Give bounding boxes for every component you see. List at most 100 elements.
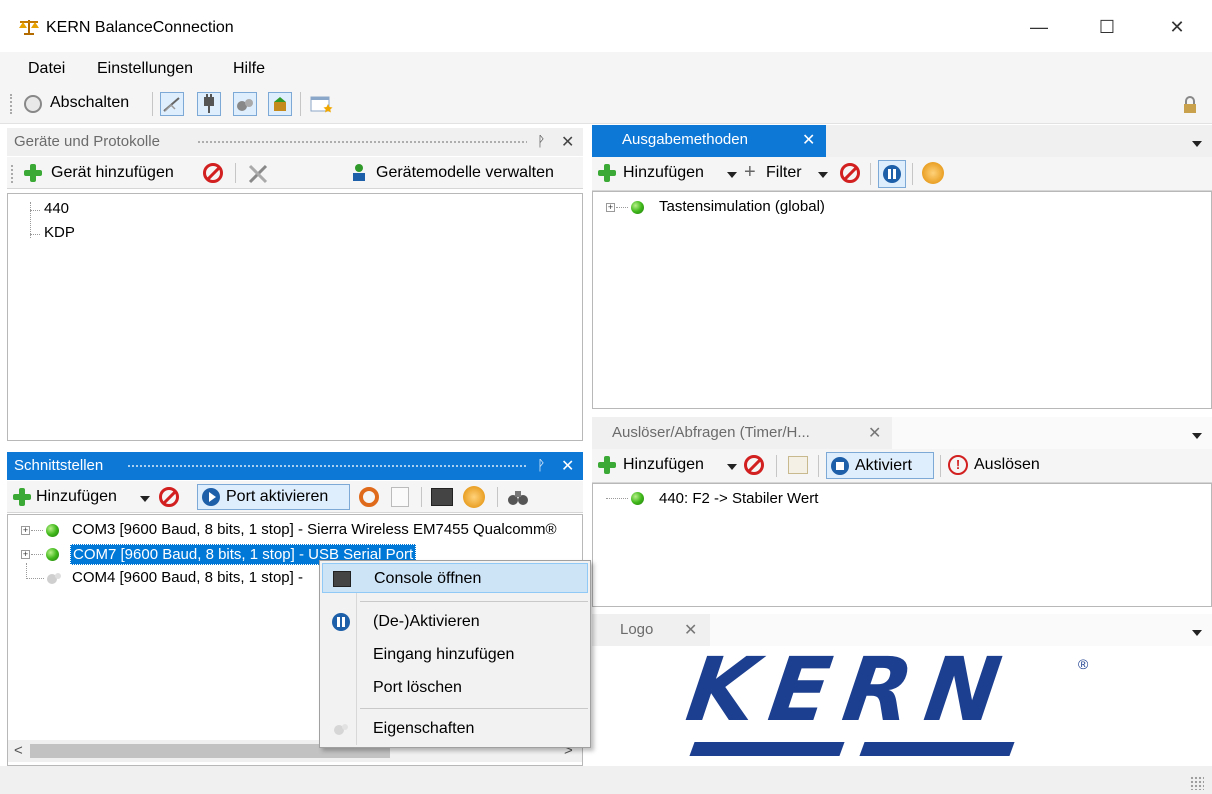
menu-add-input[interactable]: Eingang hinzufügen <box>322 640 588 670</box>
tree-line <box>31 554 43 555</box>
toolbar-separator <box>912 163 913 185</box>
add-output-label: Hinzufügen <box>623 164 704 181</box>
toolbar-separator <box>235 163 236 183</box>
device-item[interactable]: KDP <box>44 224 75 241</box>
menu-separator <box>360 708 588 709</box>
menu-file[interactable]: Datei <box>28 60 65 78</box>
document-icon[interactable] <box>391 487 409 507</box>
toolbar-separator <box>152 92 153 116</box>
tab-triggers[interactable]: Auslöser/Abfragen (Timer/H... ✕ <box>592 417 892 449</box>
tab-close-icon[interactable]: ✕ <box>868 423 881 443</box>
menu-label: Console öffnen <box>374 570 482 587</box>
filter-button[interactable]: + Filter <box>744 161 830 185</box>
pin-icon[interactable]: ᚹ <box>537 133 545 149</box>
port-item-com4[interactable]: COM4 [9600 Baud, 8 bits, 1 stop] - <box>72 569 303 586</box>
add-trigger-button[interactable]: Hinzufügen <box>595 453 737 477</box>
interfaces-panel-close-icon[interactable]: ✕ <box>561 456 574 476</box>
activate-port-label: Port aktivieren <box>226 488 329 505</box>
tabstrip-empty <box>892 417 1212 449</box>
menu-delete-port[interactable]: Port löschen <box>322 673 588 703</box>
tab-menu-arrow-icon[interactable] <box>1192 141 1202 147</box>
expand-icon[interactable]: + <box>21 526 30 535</box>
output-item[interactable]: Tastensimulation (global) <box>659 198 825 215</box>
logo-area: KERN ® <box>592 638 1212 766</box>
pause-icon <box>332 613 350 631</box>
menu-console-open[interactable]: Console öffnen <box>322 563 588 593</box>
toolbar-separator <box>940 455 941 477</box>
add-icon <box>12 487 32 507</box>
dropdown-arrow-icon <box>727 172 737 178</box>
add-device-button[interactable]: Gerät hinzufügen <box>21 161 193 185</box>
gears-disabled-icon <box>332 721 350 737</box>
edit-icon[interactable] <box>788 456 808 474</box>
devices-panel-close-icon[interactable]: ✕ <box>561 132 574 152</box>
tab-logo[interactable]: Logo ✕ <box>592 614 710 646</box>
window-star-icon[interactable] <box>310 94 334 114</box>
toolbar-grip <box>10 94 13 114</box>
model-icon <box>349 163 369 183</box>
tools-icon[interactable] <box>247 163 269 185</box>
binoculars-icon[interactable] <box>507 487 529 507</box>
add-output-button[interactable]: Hinzufügen <box>595 161 737 185</box>
close-window-button[interactable]: ✕ <box>1154 12 1200 42</box>
gears-disabled-icon <box>46 571 62 585</box>
tab-menu-arrow-icon[interactable] <box>1192 433 1202 439</box>
delete-icon[interactable] <box>840 163 860 183</box>
box-tool-icon[interactable] <box>268 92 292 116</box>
signal-tool-icon[interactable] <box>160 92 184 116</box>
trigger-item[interactable]: 440: F2 -> Stabiler Wert <box>659 490 818 507</box>
shutdown-button[interactable]: Abschalten <box>22 92 144 116</box>
resize-grip-icon[interactable] <box>1190 776 1204 790</box>
tree-line <box>26 563 27 579</box>
status-active-icon <box>631 201 644 214</box>
trigger-button[interactable]: ! Auslösen <box>948 453 1052 477</box>
plug-icon[interactable] <box>197 92 221 116</box>
port-item-com3[interactable]: COM3 [9600 Baud, 8 bits, 1 stop] - Sierr… <box>72 521 580 538</box>
lock-icon[interactable] <box>1180 96 1200 114</box>
lifebuoy-icon[interactable] <box>359 487 379 507</box>
power-icon <box>24 95 42 113</box>
shutdown-label: Abschalten <box>50 94 130 111</box>
menu-settings[interactable]: Einstellungen <box>97 60 193 78</box>
timer-icon[interactable] <box>922 162 944 184</box>
gears-tool-icon[interactable] <box>233 92 257 116</box>
manage-models-label: Gerätemodelle verwalten <box>376 164 554 181</box>
menu-properties[interactable]: Eigenschaften <box>322 714 588 744</box>
delete-icon[interactable] <box>159 487 179 507</box>
expand-icon[interactable]: + <box>21 550 30 559</box>
tree-line <box>30 210 40 211</box>
toggle-activation-button[interactable] <box>878 160 906 188</box>
pause-icon <box>883 165 901 183</box>
device-item[interactable]: 440 <box>44 200 69 217</box>
interfaces-panel-header: Schnittstellen ᚹ ✕ <box>7 452 583 480</box>
tab-menu-arrow-icon[interactable] <box>1192 630 1202 636</box>
scale-app-icon <box>19 20 39 35</box>
tab-close-icon[interactable]: ✕ <box>684 620 697 640</box>
tab-close-icon[interactable]: ✕ <box>802 130 815 150</box>
tree-line <box>616 207 628 208</box>
tab-output-methods[interactable]: Ausgabemethoden ✕ <box>592 125 826 157</box>
delete-icon[interactable] <box>744 455 764 475</box>
menu-label: (De-)Aktivieren <box>373 613 480 630</box>
play-icon <box>202 488 220 506</box>
activate-port-button[interactable]: Port aktivieren <box>197 484 350 510</box>
timer-icon[interactable] <box>463 486 485 508</box>
activated-button[interactable]: Aktiviert <box>826 452 934 479</box>
expand-icon[interactable]: + <box>606 203 615 212</box>
output-tree: + Tastensimulation (global) <box>592 191 1212 409</box>
delete-icon[interactable] <box>203 163 223 183</box>
manage-models-button[interactable]: Gerätemodelle verwalten <box>349 161 579 185</box>
minimize-button[interactable]: — <box>1016 12 1062 42</box>
menu-help[interactable]: Hilfe <box>233 60 265 78</box>
devices-panel-toolbar: Gerät hinzufügen Gerätemodelle verwalten <box>7 157 583 189</box>
maximize-button[interactable]: ☐ <box>1084 12 1130 42</box>
scroll-left-icon[interactable]: < <box>14 742 23 759</box>
add-interface-button[interactable]: Hinzufügen <box>10 485 150 509</box>
add-trigger-label: Hinzufügen <box>623 456 704 473</box>
menu-toggle-activate[interactable]: (De-)Aktivieren <box>322 607 588 637</box>
activated-label: Aktiviert <box>855 457 912 474</box>
trigger-toolbar: Hinzufügen Aktiviert ! Auslösen <box>592 449 1212 483</box>
pin-icon[interactable]: ᚹ <box>537 457 545 473</box>
console-icon[interactable] <box>431 488 453 506</box>
tab-label: Logo <box>620 621 654 638</box>
